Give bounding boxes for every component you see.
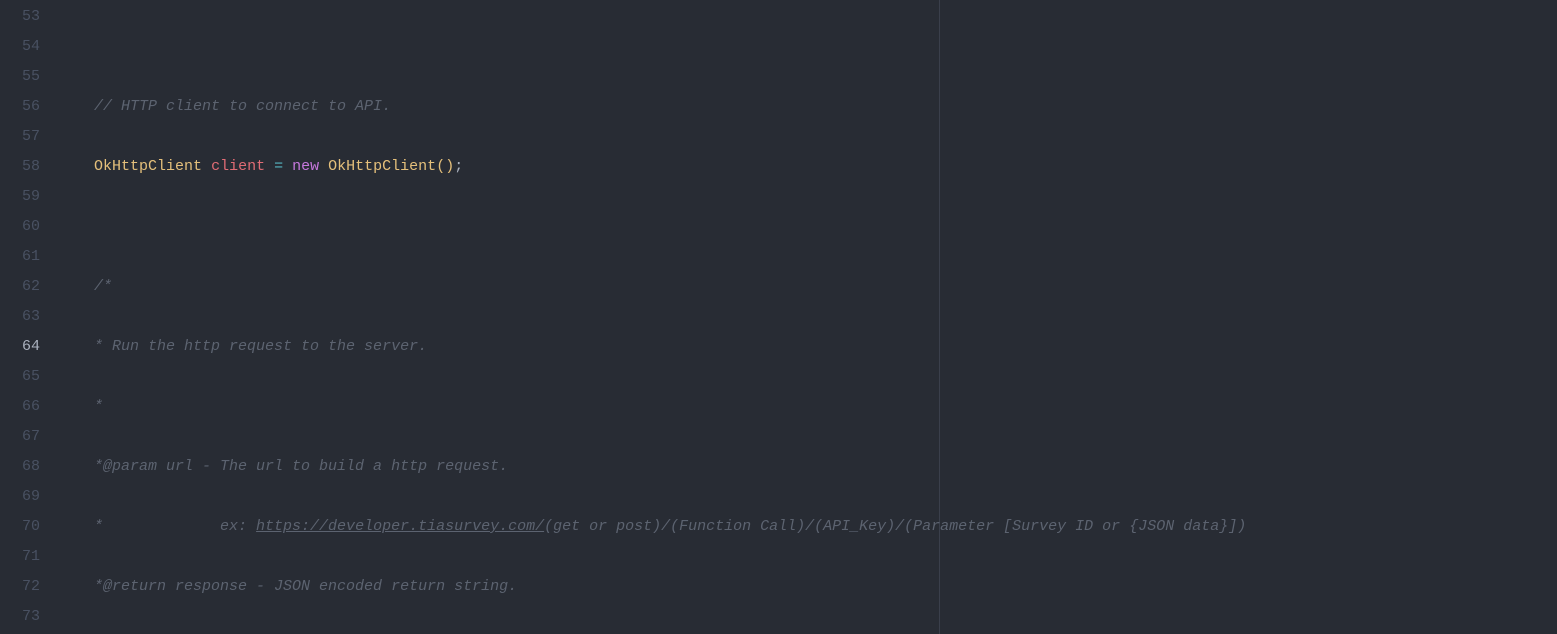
comment: * ex: https://developer.tiasurvey.com/(g… bbox=[94, 518, 1246, 535]
punct-token: ; bbox=[454, 158, 463, 175]
code-line[interactable]: * ex: https://developer.tiasurvey.com/(g… bbox=[58, 512, 1557, 542]
comment-text: (get or post)/(Function Call)/(API_Key)/… bbox=[544, 518, 1246, 535]
code-line[interactable] bbox=[58, 212, 1557, 242]
line-number: 69 bbox=[0, 482, 40, 512]
line-number: 54 bbox=[0, 32, 40, 62]
line-number: 58 bbox=[0, 152, 40, 182]
line-number: 72 bbox=[0, 572, 40, 602]
keyword-token: new bbox=[292, 158, 319, 175]
line-number: 61 bbox=[0, 242, 40, 272]
line-number: 53 bbox=[0, 2, 40, 32]
type-token: OkHttpClient bbox=[94, 158, 202, 175]
line-number: 63 bbox=[0, 302, 40, 332]
code-line[interactable]: *@return response - JSON encoded return … bbox=[58, 572, 1557, 602]
code-editor[interactable]: 53 54 55 56 57 58 59 60 61 62 63 64 65 6… bbox=[0, 0, 1557, 634]
variable-token: client bbox=[211, 158, 265, 175]
paren-token: () bbox=[436, 158, 454, 175]
line-number: 65 bbox=[0, 362, 40, 392]
comment: // HTTP client to connect to API. bbox=[94, 98, 391, 115]
code-line[interactable]: * bbox=[58, 392, 1557, 422]
line-number: 55 bbox=[0, 62, 40, 92]
operator-token: = bbox=[274, 158, 283, 175]
line-number: 62 bbox=[0, 272, 40, 302]
comment-text: * ex: bbox=[94, 518, 256, 535]
line-number: 73 bbox=[0, 602, 40, 632]
line-number: 68 bbox=[0, 452, 40, 482]
type-token: OkHttpClient bbox=[328, 158, 436, 175]
line-number: 66 bbox=[0, 392, 40, 422]
line-number: 56 bbox=[0, 92, 40, 122]
line-number: 67 bbox=[0, 422, 40, 452]
code-area[interactable]: // HTTP client to connect to API. OkHttp… bbox=[58, 0, 1557, 634]
code-line[interactable]: /* bbox=[58, 272, 1557, 302]
comment: /* bbox=[94, 278, 112, 295]
code-line[interactable]: // HTTP client to connect to API. bbox=[58, 92, 1557, 122]
comment: * bbox=[94, 398, 103, 415]
line-number: 70 bbox=[0, 512, 40, 542]
comment: * Run the http request to the server. bbox=[94, 338, 427, 355]
line-number-gutter: 53 54 55 56 57 58 59 60 61 62 63 64 65 6… bbox=[0, 0, 58, 634]
code-line[interactable]: OkHttpClient client = new OkHttpClient()… bbox=[58, 152, 1557, 182]
line-number: 57 bbox=[0, 122, 40, 152]
line-number-current: 64 bbox=[0, 332, 40, 362]
code-line[interactable] bbox=[58, 32, 1557, 62]
code-line[interactable]: *@param url - The url to build a http re… bbox=[58, 452, 1557, 482]
line-number: 71 bbox=[0, 542, 40, 572]
comment: *@param url - The url to build a http re… bbox=[94, 458, 508, 475]
comment-url: https://developer.tiasurvey.com/ bbox=[256, 518, 544, 535]
line-number: 60 bbox=[0, 212, 40, 242]
comment: *@return response - JSON encoded return … bbox=[94, 578, 517, 595]
code-line[interactable]: * Run the http request to the server. bbox=[58, 332, 1557, 362]
line-number: 59 bbox=[0, 182, 40, 212]
